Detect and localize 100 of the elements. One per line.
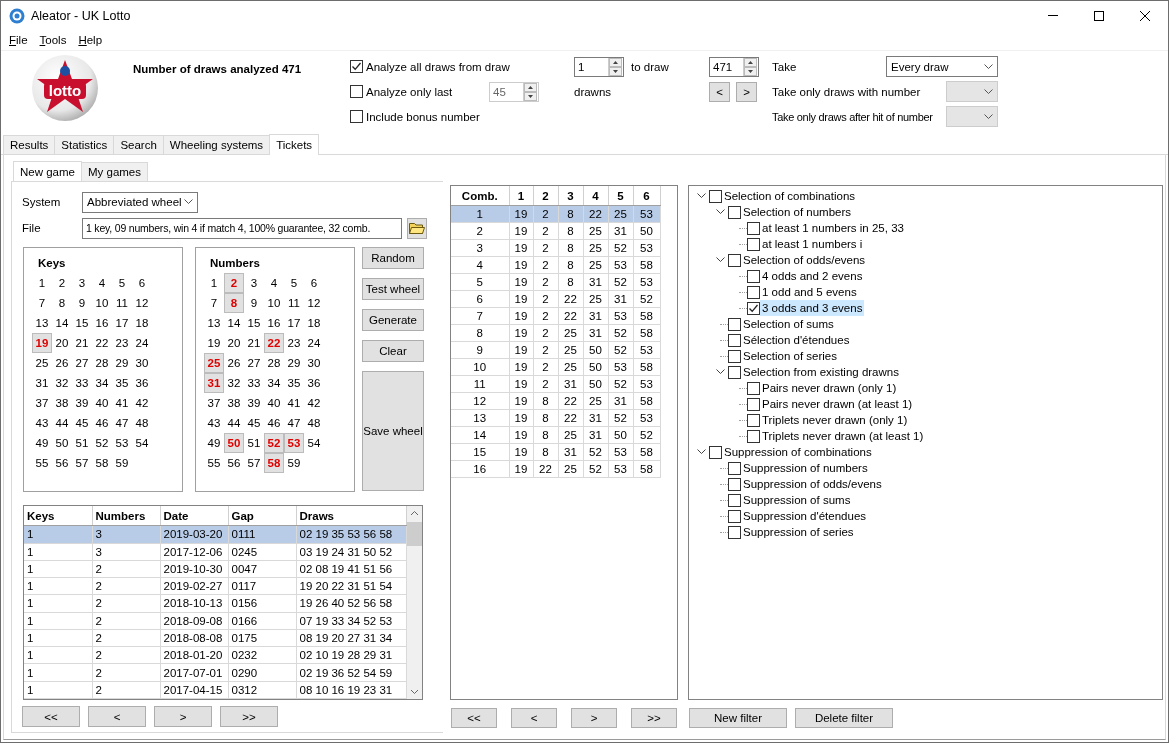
number-toggle[interactable]: 39 <box>72 393 92 413</box>
number-toggle[interactable]: 23 <box>284 333 304 353</box>
number-toggle[interactable]: 20 <box>224 333 244 353</box>
number-toggle[interactable]: 4 <box>92 273 112 293</box>
tree-item[interactable]: Suppression of combinations <box>722 444 874 460</box>
checkbox[interactable] <box>728 253 741 267</box>
number-toggle[interactable]: 5 <box>112 273 132 293</box>
action-button[interactable]: Random <box>362 247 424 269</box>
dropdown[interactable]: Abbreviated wheel <box>82 191 198 213</box>
tree-item[interactable]: 1 odd and 5 evens <box>760 284 859 300</box>
number-toggle[interactable]: 18 <box>304 313 324 333</box>
number-toggle[interactable]: 56 <box>224 453 244 473</box>
checkbox[interactable] <box>728 205 741 219</box>
tree-item[interactable]: Selection from existing drawns <box>741 364 901 380</box>
number-toggle[interactable]: 48 <box>132 413 152 433</box>
number-toggle[interactable]: 7 <box>32 293 52 313</box>
number-toggle[interactable]: 31 <box>32 373 52 393</box>
tree-item[interactable]: Suppression of odds/evens <box>741 476 884 492</box>
number-toggle[interactable]: 58 <box>92 453 112 473</box>
action-button[interactable]: Generate <box>362 309 424 331</box>
checkbox[interactable] <box>747 381 760 395</box>
number-toggle[interactable]: 22 <box>264 333 284 353</box>
number-toggle[interactable]: 47 <box>284 413 304 433</box>
number-toggle[interactable]: 53 <box>112 433 132 453</box>
action-button[interactable]: Test wheel <box>362 278 424 300</box>
number-toggle[interactable]: 30 <box>304 353 324 373</box>
chevron-down-icon[interactable] <box>715 209 725 215</box>
checkbox[interactable] <box>728 477 741 491</box>
page-button[interactable]: < <box>511 708 557 728</box>
number-toggle[interactable]: 12 <box>304 293 324 313</box>
column-header[interactable]: Date <box>160 506 228 526</box>
number-toggle[interactable]: 55 <box>32 453 52 473</box>
column-header[interactable]: 3 <box>558 186 583 206</box>
checkbox[interactable] <box>728 525 741 539</box>
tree-item[interactable]: Selection of series <box>741 348 839 364</box>
number-toggle[interactable]: 3 <box>72 273 92 293</box>
number-toggle[interactable]: 40 <box>92 393 112 413</box>
page-button[interactable]: >> <box>220 706 278 727</box>
number-toggle[interactable]: 20 <box>52 333 72 353</box>
number-toggle[interactable]: 2 <box>224 273 244 293</box>
checkbox[interactable] <box>747 397 760 411</box>
number-toggle[interactable]: 44 <box>52 413 72 433</box>
page-button[interactable]: << <box>22 706 80 727</box>
number-toggle[interactable]: 15 <box>244 313 264 333</box>
number-toggle[interactable]: 14 <box>52 313 72 333</box>
filter-button[interactable]: New filter <box>689 708 787 728</box>
tree-item[interactable]: Triplets never drawn (at least 1) <box>760 428 926 444</box>
number-toggle[interactable]: 43 <box>204 413 224 433</box>
number-toggle[interactable]: 10 <box>92 293 112 313</box>
number-toggle[interactable]: 27 <box>72 353 92 373</box>
number-toggle[interactable]: 40 <box>264 393 284 413</box>
number-toggle[interactable]: 36 <box>132 373 152 393</box>
number-toggle[interactable]: 18 <box>132 313 152 333</box>
tab[interactable]: Wheeling systems <box>162 135 271 154</box>
column-header[interactable]: Keys <box>24 506 92 526</box>
menu-item[interactable]: File <box>4 34 33 46</box>
checkbox[interactable] <box>709 189 722 203</box>
checkbox[interactable] <box>728 461 741 475</box>
column-header[interactable]: 5 <box>608 186 633 206</box>
page-button[interactable]: << <box>451 708 497 728</box>
tree-item[interactable]: 3 odds and 3 evens <box>760 300 865 316</box>
number-toggle[interactable]: 19 <box>204 333 224 353</box>
number-toggle[interactable]: 50 <box>224 433 244 453</box>
number-toggle[interactable]: 17 <box>112 313 132 333</box>
checkbox[interactable] <box>747 237 760 251</box>
number-toggle[interactable]: 11 <box>112 293 132 313</box>
number-toggle[interactable]: 35 <box>112 373 132 393</box>
number-toggle[interactable]: 21 <box>72 333 92 353</box>
tab[interactable]: Tickets <box>269 134 320 155</box>
chevron-down-icon[interactable] <box>715 257 725 263</box>
number-toggle[interactable]: 46 <box>264 413 284 433</box>
number-toggle[interactable]: 51 <box>244 433 264 453</box>
spin-field[interactable]: 1 <box>574 56 624 77</box>
number-toggle[interactable]: 10 <box>264 293 284 313</box>
tab[interactable]: Results <box>3 135 56 154</box>
filter-button[interactable]: Delete filter <box>795 708 893 728</box>
number-toggle[interactable]: 54 <box>304 433 324 453</box>
tree-item[interactable]: Suppression of sums <box>741 492 853 508</box>
browse-button[interactable] <box>407 217 427 239</box>
number-toggle[interactable]: 57 <box>244 453 264 473</box>
checkbox[interactable] <box>350 60 363 73</box>
number-toggle[interactable]: 2 <box>52 273 72 293</box>
number-toggle[interactable]: 14 <box>224 313 244 333</box>
chevron-down-icon[interactable] <box>696 449 706 455</box>
number-toggle[interactable]: 48 <box>304 413 324 433</box>
number-toggle[interactable]: 6 <box>304 273 324 293</box>
tree-item[interactable]: 4 odds and 2 evens <box>760 268 865 284</box>
number-toggle[interactable]: 50 <box>52 433 72 453</box>
number-toggle[interactable]: 9 <box>244 293 264 313</box>
number-toggle[interactable]: 42 <box>132 393 152 413</box>
number-toggle[interactable]: 47 <box>112 413 132 433</box>
checkbox[interactable] <box>728 333 741 347</box>
number-toggle[interactable]: 21 <box>244 333 264 353</box>
checkbox[interactable] <box>350 110 363 123</box>
number-toggle[interactable]: 51 <box>72 433 92 453</box>
checkbox[interactable] <box>747 413 760 427</box>
tree-item[interactable]: Pairs never drawn (at least 1) <box>760 396 915 412</box>
number-toggle[interactable]: 33 <box>244 373 264 393</box>
number-toggle[interactable]: 29 <box>284 353 304 373</box>
tree-item[interactable]: Triplets never drawn (only 1) <box>760 412 910 428</box>
